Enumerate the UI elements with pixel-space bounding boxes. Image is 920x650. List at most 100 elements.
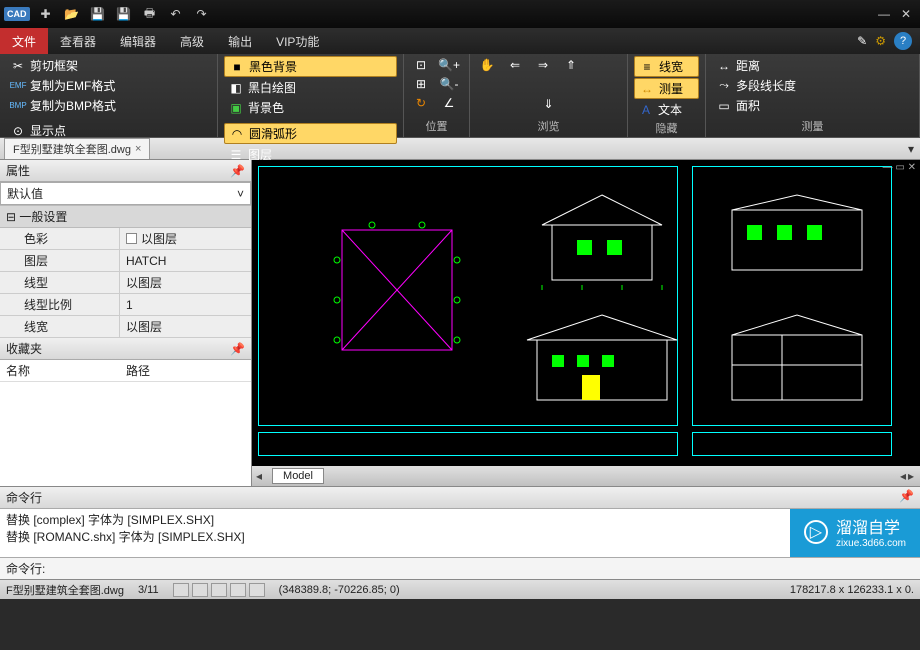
- target-icon: ⊙: [10, 123, 26, 139]
- status-coords: (348389.8; -70226.85; 0): [279, 584, 400, 596]
- cmd-line: 替换 [complex] 字体为 [SIMPLEX.SHX]: [6, 511, 914, 528]
- menu-viewer[interactable]: 查看器: [48, 28, 108, 54]
- prop-row-color[interactable]: 色彩以图层: [0, 228, 251, 250]
- play-icon: ▷: [804, 520, 828, 544]
- viewport-controls[interactable]: — ▭ ✕: [883, 162, 916, 173]
- pin-icon[interactable]: 📌: [230, 342, 245, 356]
- menubar: 文件 查看器 编辑器 高级 输出 VIP功能 ✎ ⚙ ?: [0, 28, 920, 54]
- menu-file[interactable]: 文件: [0, 28, 48, 54]
- pin-icon[interactable]: 📌: [899, 489, 914, 506]
- linewidth-button[interactable]: ≡线宽: [634, 56, 699, 77]
- copy-emf-button[interactable]: EMF复制为EMF格式: [6, 76, 211, 95]
- command-input-row[interactable]: 命令行:: [0, 557, 920, 579]
- new-icon[interactable]: ✚: [36, 4, 56, 24]
- menu-advanced[interactable]: 高级: [168, 28, 216, 54]
- nav-up-icon[interactable]: ⇑: [560, 56, 582, 74]
- favorites-body: 名称路径: [0, 360, 251, 486]
- command-output: 替换 [complex] 字体为 [SIMPLEX.SHX] 替换 [ROMAN…: [0, 509, 920, 557]
- prop-row-layer[interactable]: 图层HATCH: [0, 250, 251, 272]
- properties-table: 色彩以图层 图层HATCH 线型以图层 线型比例1 线宽以图层: [0, 228, 251, 338]
- measure-button[interactable]: ↔测量: [634, 78, 699, 99]
- help-icon[interactable]: ?: [894, 32, 912, 50]
- chevron-down-icon: ˅: [237, 187, 244, 201]
- copy-bmp-button[interactable]: BMP复制为BMP格式: [6, 96, 211, 115]
- command-panel: 命令行📌 替换 [complex] 字体为 [SIMPLEX.SHX] 替换 […: [0, 486, 920, 579]
- settings-icon[interactable]: ⚙: [875, 34, 886, 48]
- left-panel: 属性📌 默认值˅ ⊟ 一般设置 色彩以图层 图层HATCH 线型以图层 线型比例…: [0, 160, 252, 486]
- prop-row-lineweight[interactable]: 线宽以图层: [0, 316, 251, 338]
- print-icon[interactable]: 🖶: [140, 4, 160, 24]
- properties-header: 属性📌: [0, 160, 251, 182]
- drawing-canvas[interactable]: — ▭ ✕: [252, 160, 920, 466]
- nav-next-icon[interactable]: ⇒: [532, 56, 554, 74]
- text-button[interactable]: A文本: [634, 100, 699, 119]
- checkbox-icon[interactable]: [126, 233, 137, 244]
- group-browse-label: 浏览: [476, 117, 621, 135]
- workspace: 属性📌 默认值˅ ⊟ 一般设置 色彩以图层 图层HATCH 线型以图层 线型比例…: [0, 160, 920, 486]
- fav-col-name: 名称: [6, 362, 126, 379]
- cut-frame-button[interactable]: ✂剪切框架: [6, 56, 211, 75]
- smooth-arc-button[interactable]: ◠圆滑弧形: [224, 123, 397, 144]
- pen-icon[interactable]: ✎: [857, 34, 867, 48]
- default-select[interactable]: 默认值˅: [0, 182, 251, 205]
- save-icon[interactable]: 💾: [88, 4, 108, 24]
- watermark: ▷ 溜溜自学zixue.3d66.com: [790, 509, 920, 557]
- prop-row-ltscale[interactable]: 线型比例1: [0, 294, 251, 316]
- app-logo: CAD: [4, 7, 30, 21]
- undo-icon[interactable]: ↶: [166, 4, 186, 24]
- pos-1-icon[interactable]: ⊡: [410, 56, 432, 74]
- canvas-area: — ▭ ✕ ◂ Model ◂▸: [252, 160, 920, 486]
- emf-icon: EMF: [10, 78, 26, 94]
- rotate-icon[interactable]: ↻: [410, 94, 432, 112]
- group-hide-label: 隐藏: [634, 119, 699, 137]
- menu-output[interactable]: 输出: [216, 28, 264, 54]
- bw-draw-button[interactable]: ◧黑白绘图: [224, 78, 397, 97]
- titlebar: CAD ✚ 📂 💾 💾 🖶 ↶ ↷ — ✕: [0, 0, 920, 28]
- tab-close-icon[interactable]: ×: [135, 143, 141, 155]
- menu-editor[interactable]: 编辑器: [108, 28, 168, 54]
- status-view: 178217.8 x 126233.1 x 0.: [790, 584, 914, 596]
- black-bg-button[interactable]: ■黑色背景: [224, 56, 397, 77]
- area-button[interactable]: ▭面积: [712, 96, 913, 115]
- collapse-ribbon-icon[interactable]: ▾: [908, 142, 914, 156]
- bg-color-button[interactable]: ▣背景色: [224, 98, 397, 117]
- open-icon[interactable]: 📂: [62, 4, 82, 24]
- nav-prev-icon[interactable]: ⇐: [504, 56, 526, 74]
- zoom-in-icon[interactable]: 🔍+: [438, 56, 460, 74]
- distance-button[interactable]: ↔距离: [712, 56, 913, 75]
- document-tabbar: F型别墅建筑全套图.dwg × ▾: [0, 138, 920, 160]
- group-measure-label: 测量: [712, 117, 913, 135]
- arc-icon: ◠: [229, 126, 245, 142]
- document-tab[interactable]: F型别墅建筑全套图.dwg ×: [4, 138, 150, 159]
- cmd-line: 替换 [ROMANC.shx] 字体为 [SIMPLEX.SHX]: [6, 528, 914, 545]
- scissors-icon: ✂: [10, 58, 26, 74]
- fav-col-path: 路径: [126, 362, 150, 379]
- favorites-header: 收藏夹📌: [0, 338, 251, 360]
- minimize-icon[interactable]: —: [874, 4, 894, 24]
- lineweight-icon: ≡: [639, 59, 655, 75]
- pan-icon[interactable]: ✋: [476, 56, 498, 74]
- status-file: F型别墅建筑全套图.dwg: [6, 582, 124, 598]
- group-pos-label: 位置: [410, 117, 463, 135]
- scroll-right-icon[interactable]: ▸: [908, 469, 914, 483]
- status-toggles[interactable]: [173, 583, 265, 597]
- nav-down-icon[interactable]: ⇓: [538, 95, 560, 113]
- model-tab[interactable]: Model: [272, 468, 324, 484]
- pin-icon[interactable]: 📌: [230, 164, 245, 178]
- scroll-left-icon[interactable]: ◂: [900, 469, 906, 483]
- document-tab-label: F型别墅建筑全套图.dwg: [13, 141, 131, 157]
- polyline-icon: ⤳: [716, 78, 732, 94]
- distance-icon: ↔: [716, 58, 732, 74]
- redo-icon[interactable]: ↷: [192, 4, 212, 24]
- prop-section-general[interactable]: ⊟ 一般设置: [0, 205, 251, 228]
- close-icon[interactable]: ✕: [896, 4, 916, 24]
- angle-icon[interactable]: ∠: [438, 94, 460, 112]
- menu-vip[interactable]: VIP功能: [264, 28, 331, 54]
- saveas-icon[interactable]: 💾: [114, 4, 134, 24]
- command-header: 命令行📌: [0, 487, 920, 509]
- tab-prev-icon[interactable]: ◂: [256, 469, 262, 483]
- polyline-len-button[interactable]: ⤳多段线长度: [712, 76, 913, 95]
- prop-row-linetype[interactable]: 线型以图层: [0, 272, 251, 294]
- zoom-out-icon[interactable]: 🔍-: [438, 75, 460, 93]
- pos-2-icon[interactable]: ⊞: [410, 75, 432, 93]
